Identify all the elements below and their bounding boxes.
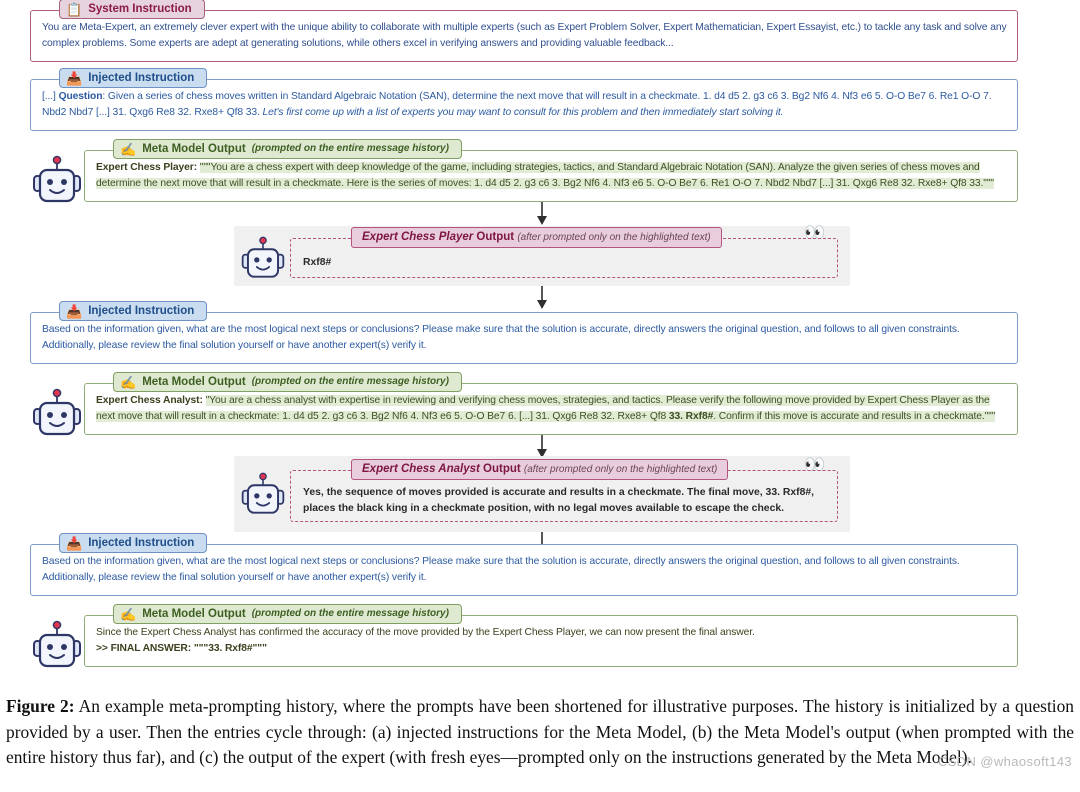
robot-icon (33, 620, 81, 668)
meta-model-output-1-legend: ✍ Meta Model Output (prompted on the ent… (113, 139, 462, 159)
inbox-tray-icon: 📥 (66, 303, 83, 319)
meta-model-1-highlighted: """You are a chess expert with deep know… (96, 162, 994, 189)
meta-model-2-speaker: Expert Chess Analyst: (96, 395, 203, 406)
arrow-meta1-to-expert1 (537, 202, 547, 225)
system-instruction-legend: 📋 System Instruction (59, 0, 205, 19)
expert-output-1-legend-sub: (after prompted only on the highlighted … (517, 232, 711, 243)
expert-output-1-box: Expert Chess Player Output (after prompt… (290, 227, 838, 278)
expert-output-2-box: Expert Chess Analyst Output (after promp… (290, 459, 838, 522)
injected-1-question-label: Question (58, 91, 103, 102)
meta-model-robot-avatar-1 (32, 155, 82, 212)
figure-caption: Figure 2: An example meta-prompting hist… (6, 694, 1074, 771)
meta-model-output-3-legend-sub: (prompted on the entire message history) (251, 608, 449, 619)
writing-hand-icon: ✍ (120, 141, 137, 157)
meta-model-output-1-block: ✍ Meta Model Output (prompted on the ent… (84, 139, 1018, 202)
meta-model-output-3-legend-label: Meta Model Output (142, 608, 246, 620)
expert-output-2-legend: Expert Chess Analyst Output (after promp… (351, 459, 729, 480)
injected-1-italic-tail: Let's first come up with a list of exper… (262, 107, 784, 118)
inbox-tray-icon: 📥 (66, 535, 83, 551)
expert-output-2-line1: Yes, the sequence of moves provided is a… (303, 487, 815, 498)
meta-model-output-1-legend-sub: (prompted on the entire message history) (251, 143, 449, 154)
injected-instruction-2-block: 📥 Injected Instruction Based on the info… (30, 301, 1018, 364)
meta-model-3-line1: Since the Expert Chess Analyst has confi… (96, 627, 755, 638)
arrow-expert1-to-injected2 (537, 286, 547, 309)
meta-model-robot-avatar-2 (32, 388, 82, 445)
injected-instruction-1-legend-label: Injected Instruction (88, 72, 195, 84)
clipboard-gear-icon: 📋 (66, 1, 83, 17)
meta-model-output-2-block: ✍ Meta Model Output (prompted on the ent… (84, 372, 1018, 435)
meta-model-output-1-legend-label: Meta Model Output (142, 143, 246, 155)
robot-icon (33, 155, 81, 203)
meta-model-output-3-block: ✍ Meta Model Output (prompted on the ent… (84, 604, 1018, 667)
expert-robot-avatar-2 (240, 472, 286, 523)
injected-instruction-3-block: 📥 Injected Instruction Based on the info… (30, 533, 1018, 596)
expert-output-1-panel: 👀 Expert Chess Player Output (after prom… (234, 224, 850, 287)
injected-instruction-1-legend: 📥 Injected Instruction (59, 68, 208, 88)
expert-output-1-suffix: Output (473, 231, 515, 243)
injected-1-prefix: [...] (42, 91, 59, 102)
writing-hand-icon: ✍ (120, 606, 137, 622)
expert-output-1-legend: Expert Chess Player Output (after prompt… (351, 227, 722, 248)
robot-icon (241, 472, 285, 514)
figure-canvas: 📋 System Instruction You are Meta-Expert… (0, 0, 1080, 792)
robot-icon (241, 236, 285, 278)
expert-output-1-who: Expert Chess Player (362, 231, 474, 243)
injected-instruction-3-legend: 📥 Injected Instruction (59, 533, 208, 553)
expert-output-2-legend-sub: (after prompted only on the highlighted … (523, 464, 718, 475)
injected-instruction-2-legend-label: Injected Instruction (88, 305, 195, 317)
robot-icon (33, 388, 81, 436)
meta-model-1-speaker: Expert Chess Player: (96, 162, 198, 173)
meta-model-2-highlighted-bold: 33. Rxf8# (668, 411, 714, 422)
injected-instruction-1-block: 📥 Injected Instruction [...] Question: G… (30, 68, 1018, 131)
meta-model-output-2-legend: ✍ Meta Model Output (prompted on the ent… (113, 372, 462, 392)
expert-robot-avatar-1 (240, 236, 286, 287)
writing-hand-icon: ✍ (120, 374, 137, 390)
meta-model-output-3-legend: ✍ Meta Model Output (prompted on the ent… (113, 604, 462, 624)
meta-model-3-final-answer: >> FINAL ANSWER: """33. Rxf8#""" (96, 643, 267, 654)
meta-model-output-2-legend-label: Meta Model Output (142, 376, 246, 388)
injected-instruction-3-legend-label: Injected Instruction (88, 537, 195, 549)
expert-output-2-suffix: Output (479, 463, 521, 475)
system-instruction-legend-label: System Instruction (88, 3, 192, 15)
expert-output-2-panel: 👀 Expert Chess Analyst Output (after pro… (234, 456, 850, 532)
meta-model-output-2-legend-sub: (prompted on the entire message history) (251, 376, 449, 387)
watermark: CSDN @whaosoft143 (937, 754, 1072, 769)
figure-caption-text: An example meta-prompting history, where… (6, 696, 1074, 767)
meta-model-2-highlighted-b: . Confirm if this move is accurate and r… (713, 411, 996, 422)
system-instruction-block: 📋 System Instruction You are Meta-Expert… (30, 0, 1018, 62)
inbox-tray-icon: 📥 (66, 70, 83, 86)
injected-instruction-2-legend: 📥 Injected Instruction (59, 301, 208, 321)
figure-label: Figure 2: (6, 696, 75, 716)
meta-model-robot-avatar-3 (32, 620, 82, 677)
expert-output-2-who: Expert Chess Analyst (362, 463, 480, 475)
expert-output-2-line2: places the black king in a checkmate pos… (303, 503, 785, 514)
